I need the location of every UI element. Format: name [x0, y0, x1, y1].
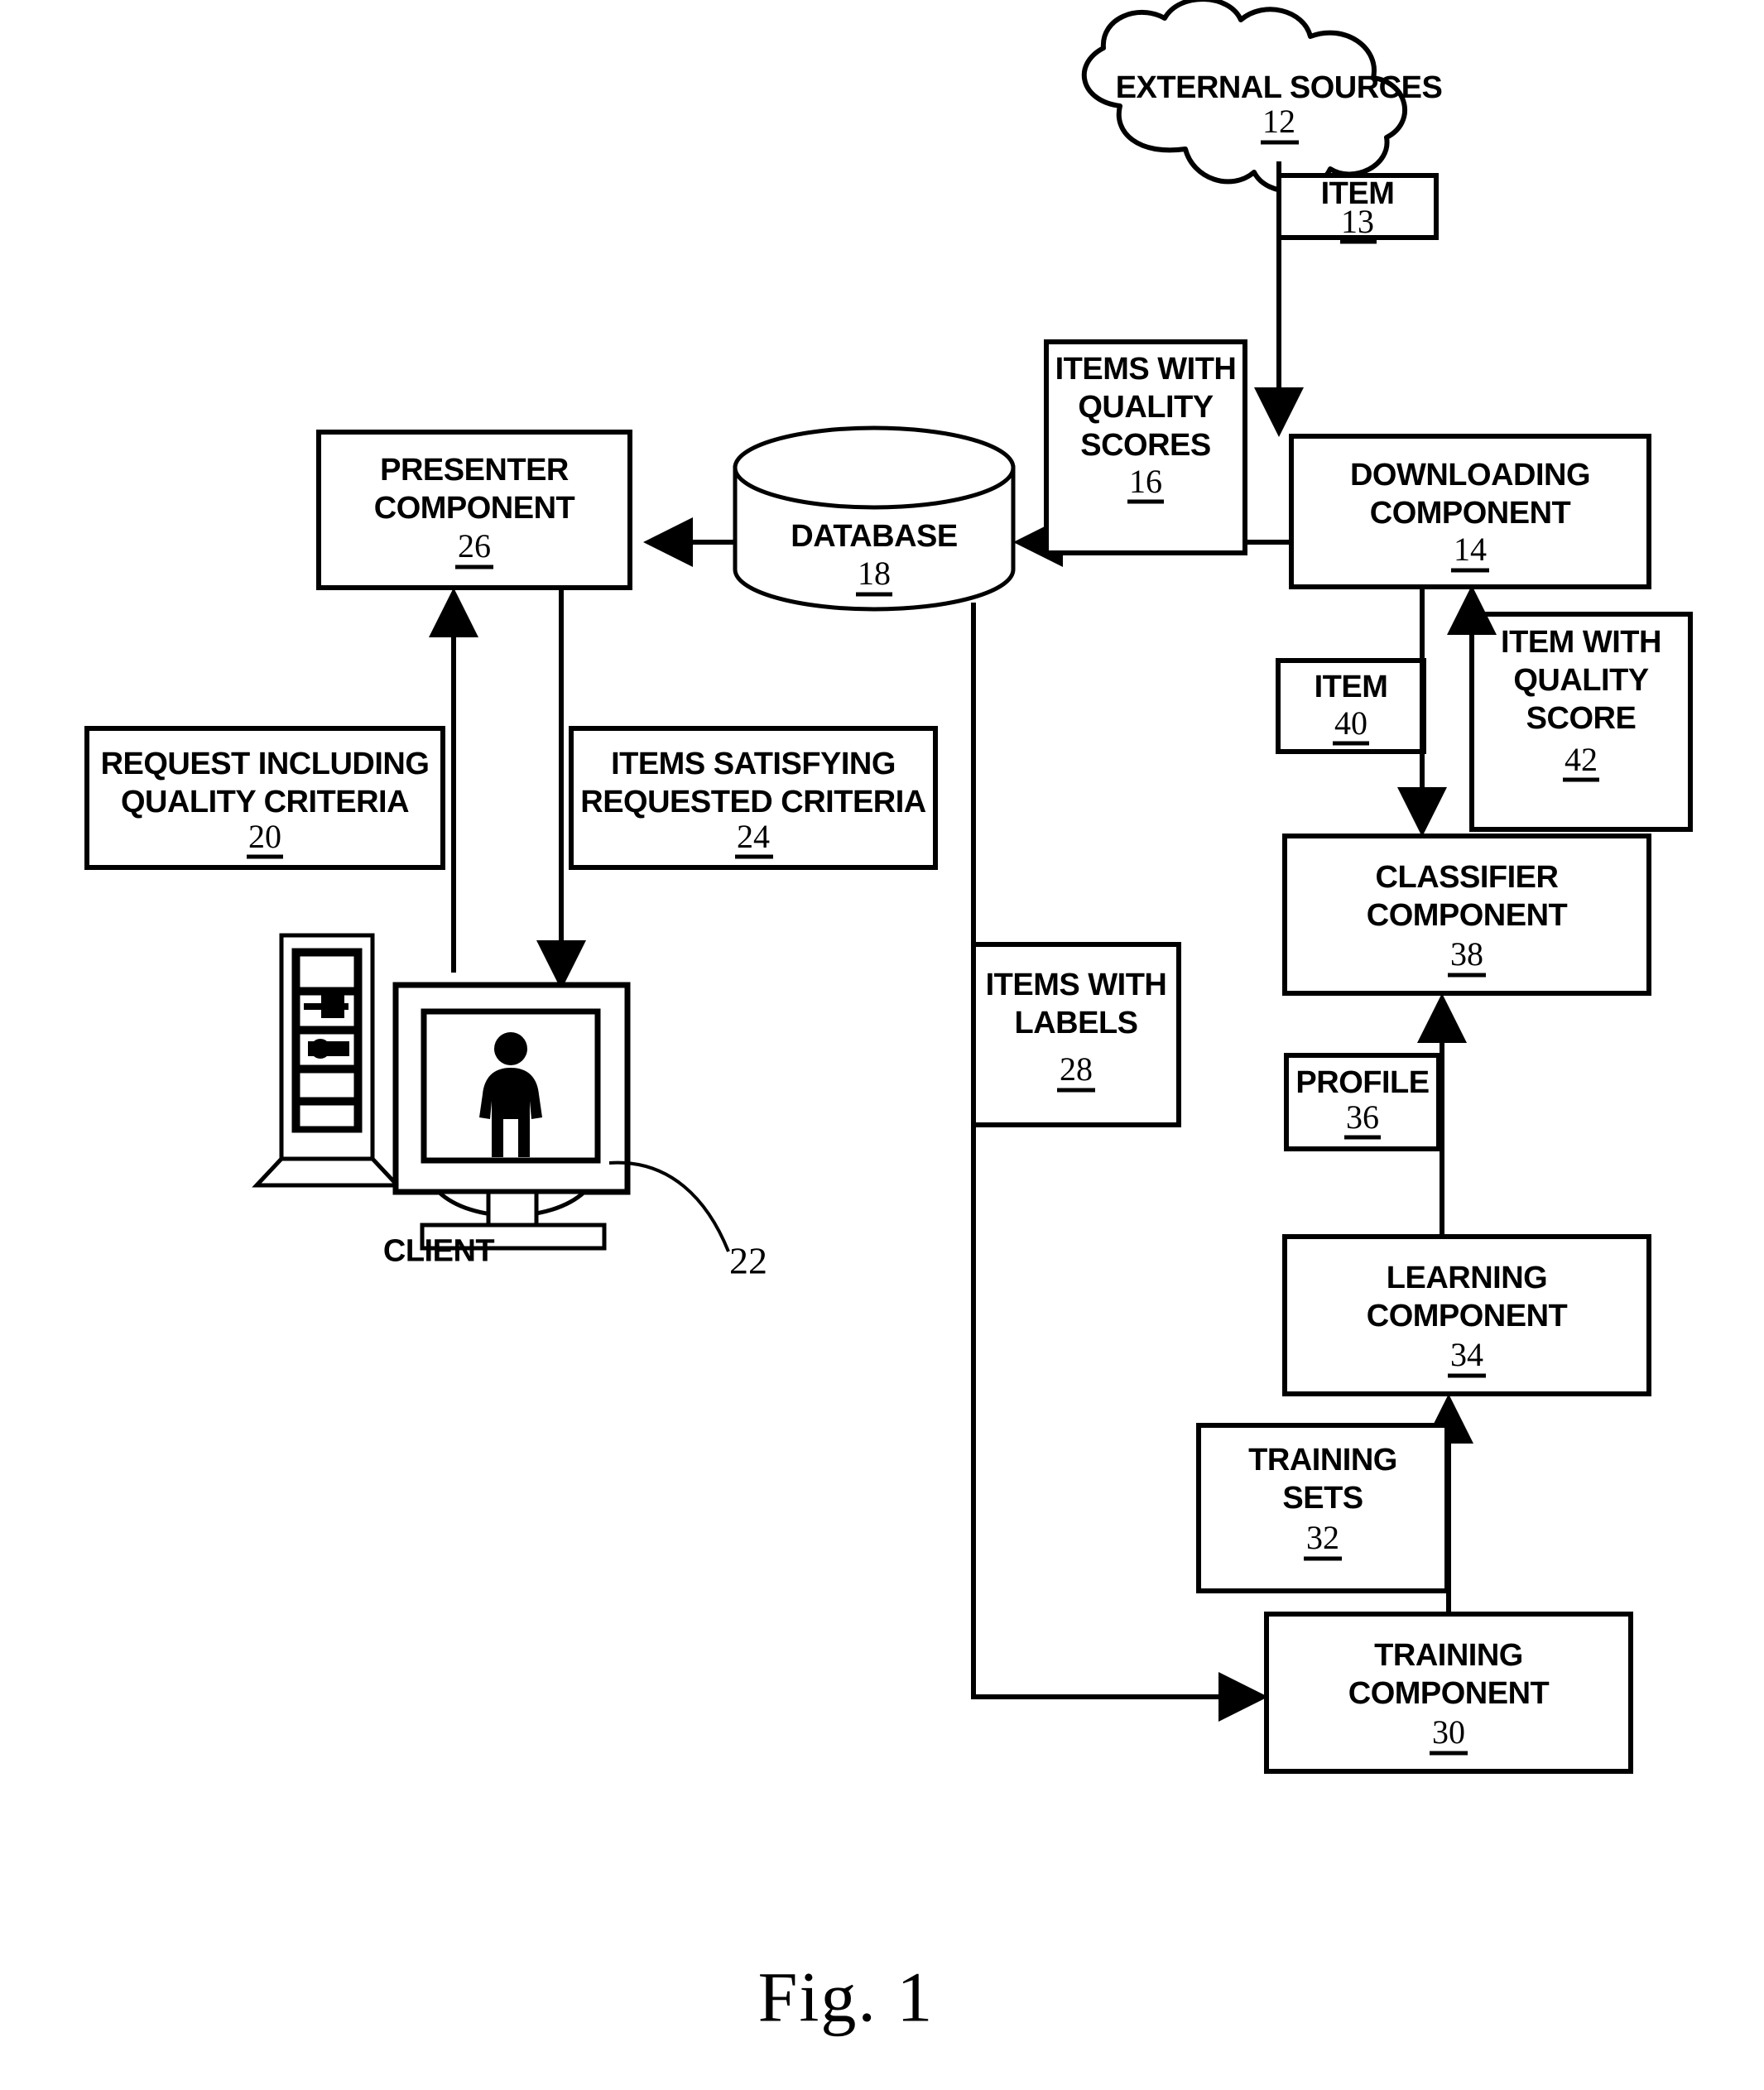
node-learning-component: LEARNING COMPONENT 34	[1282, 1234, 1651, 1396]
presenter-component-label-line1: PRESENTER	[380, 453, 569, 488]
node-client: 22 CLIENT	[252, 933, 767, 1282]
profile-ref: 36	[1346, 1098, 1379, 1136]
items-with-labels-ref: 28	[1060, 1050, 1093, 1088]
profile-label: PROFILE	[1295, 1065, 1429, 1100]
node-database: DATABASE 18	[733, 425, 1016, 612]
training-sets-ref: 32	[1306, 1519, 1339, 1556]
node-request-including-quality-criteria: REQUEST INCLUDING QUALITY CRITERIA 20	[84, 726, 445, 870]
item-with-quality-score-ref: 42	[1565, 741, 1598, 778]
item-40-ref: 40	[1334, 704, 1367, 742]
learning-component-label-line1: LEARNING	[1387, 1261, 1547, 1295]
item-with-quality-score-label-line1: ITEM WITH	[1501, 625, 1661, 660]
node-external-sources: EXTERNAL SOURCES 12	[1081, 0, 1443, 194]
classifier-component-label-line2: COMPONENT	[1367, 898, 1568, 933]
node-item-13: ITEM 13	[1276, 173, 1439, 244]
learning-component-label-line2: COMPONENT	[1367, 1299, 1568, 1333]
node-items-with-labels: ITEMS WITH LABELS 28	[971, 942, 1181, 1127]
node-downloading-component: DOWNLOADING COMPONENT 14	[1289, 434, 1651, 589]
downloading-component-ref: 14	[1454, 531, 1487, 568]
figure-caption: Fig. 1	[758, 1958, 935, 2037]
request-label-line2: QUALITY CRITERIA	[121, 785, 409, 819]
item-with-quality-score-label-line2: QUALITY	[1513, 663, 1648, 698]
classifier-component-label-line1: CLASSIFIER	[1376, 860, 1559, 895]
presenter-component-label-line2: COMPONENT	[374, 491, 575, 526]
learning-component-ref: 34	[1450, 1336, 1483, 1373]
node-presenter-component: PRESENTER COMPONENT 26	[316, 430, 632, 590]
items-satisfying-label-line1: ITEMS SATISFYING	[611, 747, 896, 781]
node-training-component: TRAINING COMPONENT 30	[1264, 1612, 1633, 1774]
items-with-quality-scores-ref: 16	[1129, 463, 1162, 500]
node-items-satisfying-requested-criteria: ITEMS SATISFYING REQUESTED CRITERIA 24	[569, 726, 938, 870]
item-13-ref: 13	[1341, 203, 1374, 240]
database-ref: 18	[858, 555, 891, 592]
request-ref: 20	[248, 818, 281, 855]
training-component-ref: 30	[1432, 1713, 1465, 1751]
item-with-quality-score-label-line3: SCORE	[1526, 701, 1637, 736]
items-satisfying-label-line2: REQUESTED CRITERIA	[580, 785, 926, 819]
external-sources-label: EXTERNAL SOURCES	[1116, 70, 1443, 105]
item-40-label: ITEM	[1315, 670, 1388, 704]
training-sets-label-line1: TRAINING	[1248, 1443, 1397, 1477]
items-satisfying-ref: 24	[737, 818, 770, 855]
external-sources-ref: 12	[1262, 103, 1295, 140]
downloading-component-label-line2: COMPONENT	[1370, 496, 1571, 531]
node-item-40: ITEM 40	[1276, 658, 1426, 754]
classifier-component-ref: 38	[1450, 935, 1483, 973]
downloading-component-label-line1: DOWNLOADING	[1350, 458, 1590, 492]
request-label-line1: REQUEST INCLUDING	[101, 747, 430, 781]
items-with-quality-scores-label-line1: ITEMS WITH	[1055, 352, 1237, 387]
items-with-labels-label-line2: LABELS	[1015, 1006, 1138, 1040]
presenter-component-ref: 26	[458, 527, 491, 565]
items-with-quality-scores-label-line2: QUALITY	[1078, 390, 1213, 425]
database-label: DATABASE	[791, 519, 957, 554]
training-component-label-line1: TRAINING	[1374, 1638, 1523, 1673]
items-with-labels-label-line1: ITEMS WITH	[986, 968, 1167, 1002]
training-component-label-line2: COMPONENT	[1348, 1676, 1550, 1711]
node-profile: PROFILE 36	[1284, 1053, 1441, 1151]
training-sets-label-line2: SETS	[1282, 1481, 1363, 1516]
client-ref: 22	[729, 1240, 767, 1282]
client-label: CLIENT	[383, 1233, 495, 1268]
figure-page: EXTERNAL SOURCES 12 ITEM 13 DOWNLOADING …	[0, 0, 1764, 2090]
items-with-quality-scores-label-line3: SCORES	[1080, 428, 1210, 463]
node-items-with-quality-scores: ITEMS WITH QUALITY SCORES 16	[1044, 339, 1247, 555]
figure-canvas: EXTERNAL SOURCES 12 ITEM 13 DOWNLOADING …	[84, 0, 1693, 2037]
node-classifier-component: CLASSIFIER COMPONENT 38	[1282, 834, 1651, 996]
node-item-with-quality-score: ITEM WITH QUALITY SCORE 42	[1469, 612, 1693, 832]
node-training-sets: TRAINING SETS 32	[1196, 1423, 1449, 1593]
